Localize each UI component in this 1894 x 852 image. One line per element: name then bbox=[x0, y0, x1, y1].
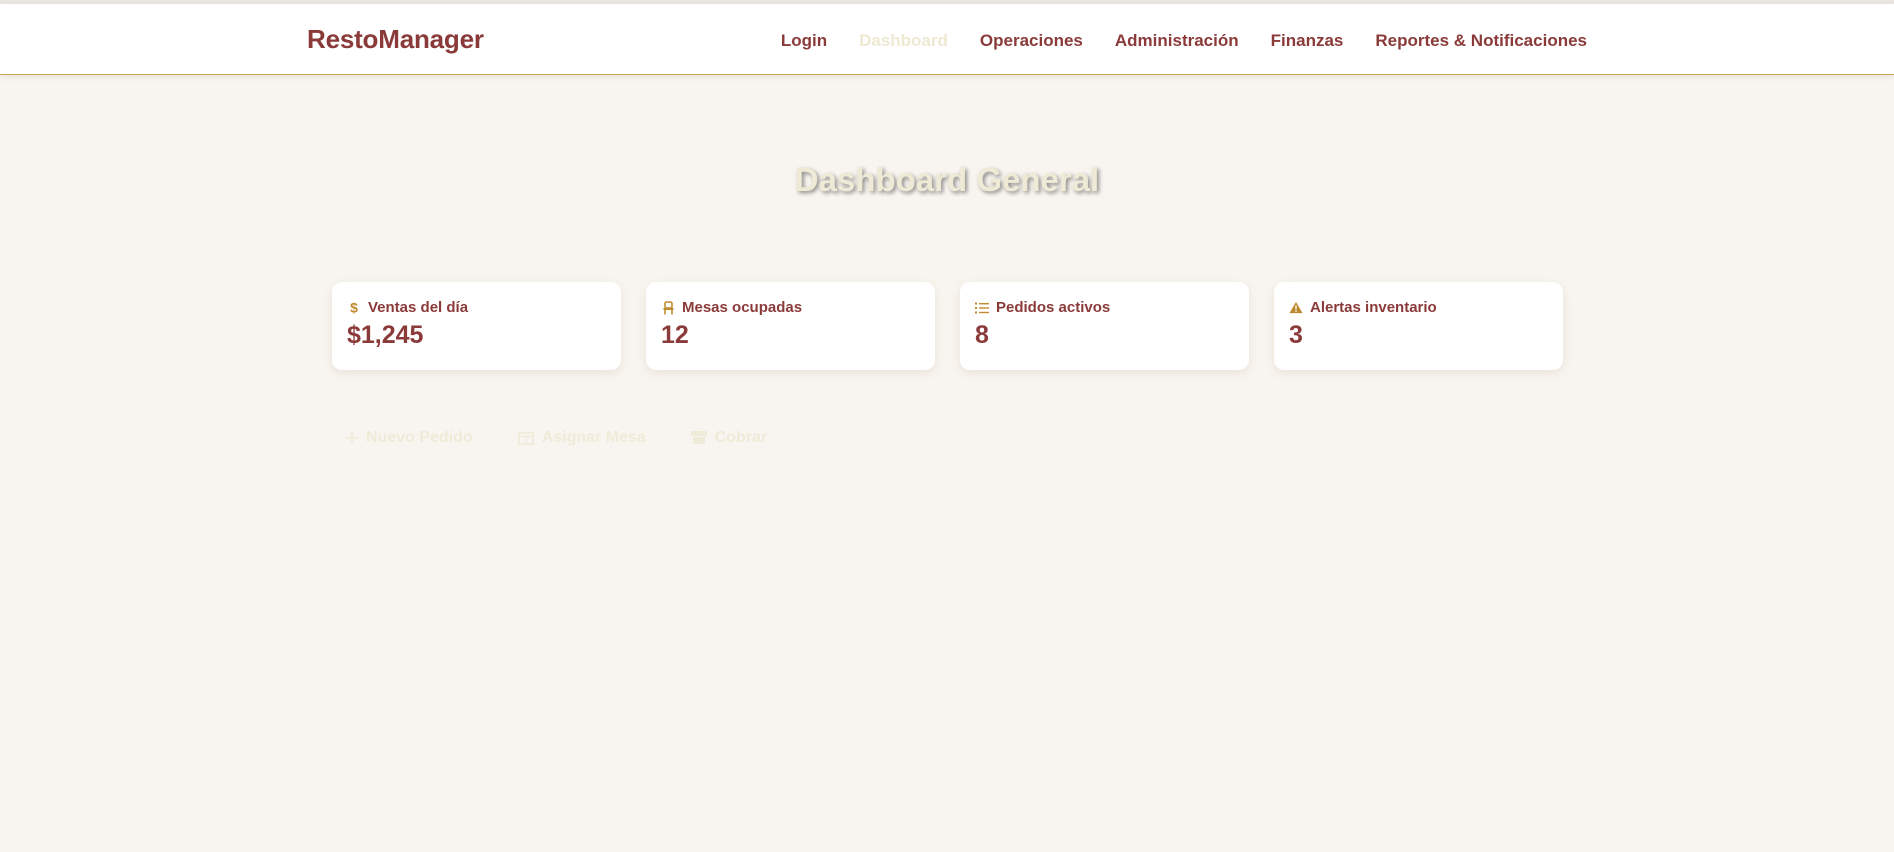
button-label: Asignar Mesa bbox=[541, 429, 646, 446]
warning-icon bbox=[1289, 301, 1303, 315]
stat-value: $1,245 bbox=[347, 321, 424, 349]
new-order-button[interactable]: Nuevo Pedido bbox=[346, 429, 473, 447]
stat-label-row: $ Ventas del día bbox=[347, 299, 606, 316]
chair-icon bbox=[661, 300, 675, 315]
stat-label: Mesas ocupadas bbox=[682, 299, 803, 316]
stat-card-ventas: $ Ventas del día $1,245 bbox=[332, 282, 621, 370]
stat-label: Ventas del día bbox=[368, 299, 469, 316]
svg-text:$: $ bbox=[350, 300, 358, 315]
nav-item-operaciones[interactable]: Operaciones bbox=[980, 31, 1083, 51]
stat-card-pedidos: Pedidos activos 8 bbox=[960, 282, 1249, 370]
stat-value: 3 bbox=[1289, 321, 1303, 349]
nav-item-dashboard[interactable]: Dashboard bbox=[859, 31, 948, 51]
register-icon bbox=[690, 431, 707, 445]
brand-logo[interactable]: RestoManager bbox=[307, 24, 484, 55]
button-label: Nuevo Pedido bbox=[366, 429, 473, 446]
stat-card-mesas: Mesas ocupadas 12 bbox=[646, 282, 935, 370]
nav-item-reportes[interactable]: Reportes & Notificaciones bbox=[1375, 31, 1587, 51]
nav-item-administracion[interactable]: Administración bbox=[1115, 31, 1239, 51]
stat-label-row: Pedidos activos bbox=[975, 299, 1234, 316]
list-icon bbox=[975, 301, 989, 315]
plus-icon bbox=[346, 432, 358, 444]
stat-label-row: Mesas ocupadas bbox=[661, 299, 920, 316]
nav-links: Login Dashboard Operaciones Administraci… bbox=[781, 31, 1587, 51]
page-title: Dashboard General bbox=[794, 161, 1100, 198]
dollar-icon: $ bbox=[347, 300, 361, 315]
stat-value: 8 bbox=[975, 321, 989, 349]
nav-item-login[interactable]: Login bbox=[781, 31, 827, 51]
button-label: Cobrar bbox=[714, 429, 768, 446]
charge-button[interactable]: Cobrar bbox=[690, 429, 768, 447]
assign-table-button[interactable]: Asignar Mesa bbox=[517, 429, 646, 447]
stat-label: Pedidos activos bbox=[996, 299, 1111, 316]
stats-row: $ Ventas del día $1,245 Mesas ocupadas 1… bbox=[332, 282, 1563, 370]
stat-value: 12 bbox=[661, 321, 689, 349]
stat-label: Alertas inventario bbox=[1310, 299, 1437, 316]
table-icon bbox=[517, 431, 534, 445]
stat-label-row: Alertas inventario bbox=[1289, 299, 1548, 316]
navbar: RestoManager Login Dashboard Operaciones… bbox=[0, 4, 1894, 75]
stat-card-alertas: Alertas inventario 3 bbox=[1274, 282, 1563, 370]
nav-item-finanzas[interactable]: Finanzas bbox=[1271, 31, 1344, 51]
quick-actions: Nuevo Pedido Asignar Mesa Cobrar bbox=[346, 429, 767, 447]
